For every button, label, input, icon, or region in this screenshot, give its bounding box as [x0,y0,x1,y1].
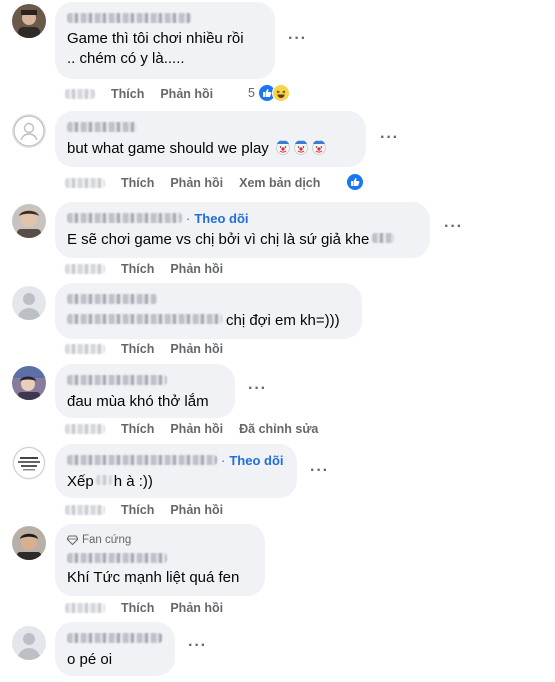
avatar[interactable] [12,286,46,320]
comment-actions: Thích Phản hồi [65,86,229,102]
commenter-name[interactable] [67,291,350,307]
haha-icon [271,84,290,102]
comment-actions: Thích Phản hồi [65,502,239,518]
commenter-name[interactable]: · Theo dõi [67,452,285,468]
like-button[interactable]: Thích [121,503,154,517]
like-button[interactable]: Thích [121,601,154,615]
avatar[interactable] [12,446,46,480]
like-button[interactable]: Thích [121,342,154,356]
commenter-name[interactable] [67,630,163,646]
follow-button[interactable]: Theo dõi [229,453,283,468]
avatar[interactable] [12,4,46,38]
comment-bubble: o pé oi [55,622,175,676]
timestamp[interactable] [65,505,105,515]
more-options-button[interactable]: ··· [444,218,463,236]
reply-button[interactable]: Phản hồi [170,342,223,356]
clown-face-icon [311,139,327,155]
comment-text: chị đợi em kh=))) [67,311,350,331]
commenter-name[interactable] [67,119,354,135]
comment-actions: Thích Phản hồi Đã chỉnh sửa [65,421,334,437]
reply-button[interactable]: Phản hồi [160,87,213,101]
more-options-button[interactable]: ··· [288,30,307,48]
comment-text: but what game should we play [67,139,354,159]
comment-bubble: but what game should we play [55,111,366,167]
reaction-summary[interactable]: 5 [248,84,290,102]
clown-face-icon [275,139,291,155]
avatar[interactable] [12,626,46,660]
like-button[interactable]: Thích [111,87,144,101]
comment-bubble: Game thì tôi chơi nhiều rồi .. chém có y… [55,2,275,79]
comment-actions: Thích Phản hồi Xem bản dịch [65,175,336,191]
comment-actions: Thích Phản hồi [65,261,239,277]
reply-button[interactable]: Phản hồi [170,422,223,436]
comment-text: Game thì tôi chơi nhiều rồi [67,30,244,47]
see-translation-button[interactable]: Xem bản dịch [239,176,320,190]
top-fan-badge: Fan cứng [67,532,253,548]
timestamp[interactable] [65,424,105,434]
reaction-count: 5 [248,86,255,100]
more-options-button[interactable]: ··· [310,462,329,480]
commenter-name[interactable] [67,372,223,388]
timestamp[interactable] [65,264,105,274]
timestamp[interactable] [65,178,105,188]
comment-bubble: · Theo dõi Xếp h à :)) [55,444,297,498]
follow-button[interactable]: Theo dõi [194,211,248,226]
avatar[interactable] [12,366,46,400]
commenter-name[interactable]: · Theo dõi [67,210,418,226]
more-options-button[interactable]: ··· [188,637,207,655]
reaction-summary[interactable] [346,173,364,191]
timestamp[interactable] [65,89,95,99]
reply-button[interactable]: Phản hồi [170,262,223,276]
commenter-name[interactable] [67,10,263,26]
edited-label: Đã chỉnh sửa [239,422,319,436]
comment-bubble: chị đợi em kh=))) [55,283,362,339]
reply-button[interactable]: Phản hồi [170,503,223,517]
comment-actions: Thích Phản hồi [65,341,239,357]
like-button[interactable]: Thích [121,176,154,190]
timestamp[interactable] [65,603,105,613]
comment-bubble: đau mùa khó thở lắm [55,364,235,418]
like-icon [346,173,364,191]
diamond-icon [67,535,78,545]
reply-button[interactable]: Phản hồi [170,176,223,190]
comment-text: o pé oi [67,651,113,668]
avatar[interactable] [12,526,46,560]
comment-text: Xếp h à :)) [67,473,153,490]
comment-actions: Thích Phản hồi [65,600,239,616]
comment-bubble: Fan cứng Khí Tức mạnh liệt quá fen [55,524,265,596]
comment-text: đau mùa khó thở lắm [67,393,209,410]
more-options-button[interactable]: ··· [380,129,399,147]
commenter-name[interactable] [67,550,253,566]
clown-face-icon [293,139,309,155]
comment-text: Khí Tức mạnh liệt quá fen [67,569,240,586]
avatar[interactable] [12,114,46,148]
avatar[interactable] [12,204,46,238]
reply-button[interactable]: Phản hồi [170,601,223,615]
timestamp[interactable] [65,344,105,354]
comment-text: E sẽ chơi game vs chị bởi vì chị là sứ g… [67,230,418,250]
comment-text: .. chém có y là..... [67,50,185,67]
more-options-button[interactable]: ··· [248,380,267,398]
like-button[interactable]: Thích [121,422,154,436]
comment-bubble: · Theo dõi E sẽ chơi game vs chị bởi vì c… [55,202,430,258]
like-button[interactable]: Thích [121,262,154,276]
